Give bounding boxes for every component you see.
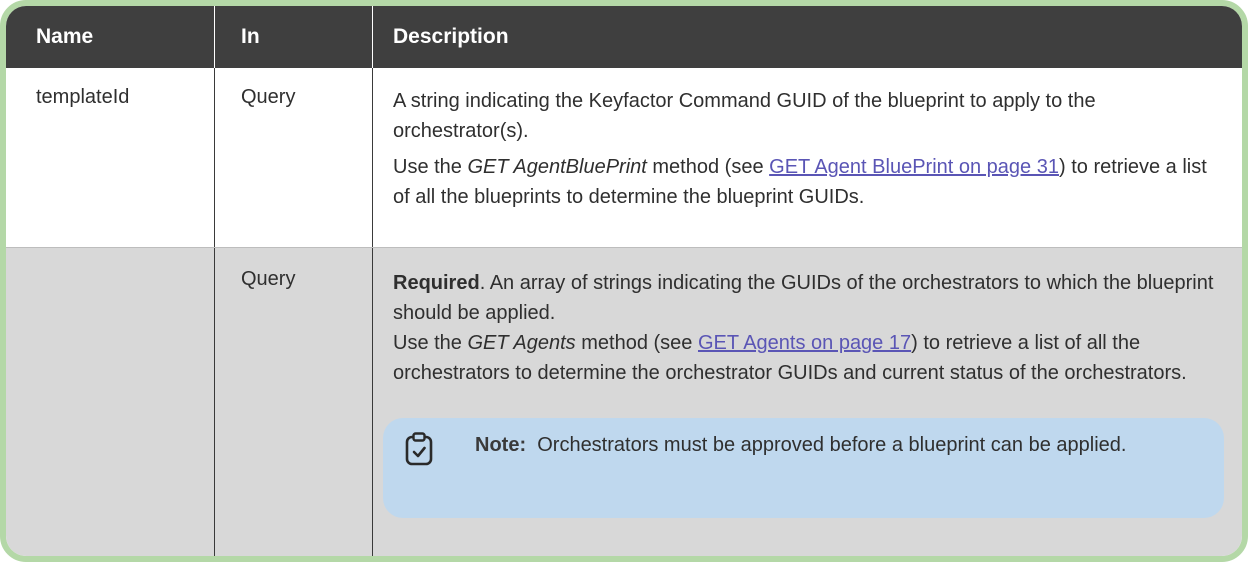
description-body: . An array of strings indicating the GUI…	[393, 272, 1214, 324]
cell-name	[6, 248, 214, 556]
table-frame: Name In Description templateId Query A s…	[0, 0, 1248, 562]
required-label: Required	[393, 272, 480, 294]
link-get-agent-blueprint[interactable]: GET Agent BluePrint on page 31	[769, 156, 1059, 178]
header-description: Description	[372, 6, 1242, 68]
table-row: Query Required. An array of strings indi…	[6, 248, 1242, 556]
clipboard-check-icon	[405, 432, 433, 466]
cell-in: Query	[214, 248, 372, 556]
parameters-table: Name In Description templateId Query A s…	[6, 6, 1242, 556]
usage-text: method (see	[646, 156, 770, 178]
table-header: Name In Description	[6, 6, 1242, 68]
header-name: Name	[36, 25, 94, 48]
method-name: GET Agents	[467, 332, 576, 354]
cell-description: Required. An array of strings indicating…	[372, 248, 1242, 556]
note-label: Note:	[475, 434, 527, 456]
description-text: Required. An array of strings indicating…	[393, 268, 1222, 328]
header-in: In	[214, 6, 372, 68]
usage-text: method (see	[575, 332, 698, 354]
table-row: templateId Query A string indicating the…	[6, 68, 1242, 248]
link-get-agents[interactable]: GET Agents on page 17	[698, 332, 911, 354]
note-box: Note: Orchestrators must be approved bef…	[383, 418, 1224, 518]
usage-text: Use the	[393, 156, 468, 178]
description-usage: Use the GET Agents method (see GET Agent…	[393, 328, 1222, 388]
usage-text: Use the	[393, 332, 468, 354]
description-text: A string indicating the Keyfactor Comman…	[393, 90, 1096, 142]
method-name: GET AgentBluePrint	[467, 156, 647, 178]
note-text: Orchestrators must be approved before a …	[526, 434, 1127, 456]
cell-in: Query	[214, 68, 372, 247]
cell-name: templateId	[36, 86, 130, 108]
cell-description: A string indicating the Keyfactor Comman…	[372, 68, 1242, 247]
description-usage: Use the GET AgentBluePrint method (see G…	[393, 152, 1222, 212]
